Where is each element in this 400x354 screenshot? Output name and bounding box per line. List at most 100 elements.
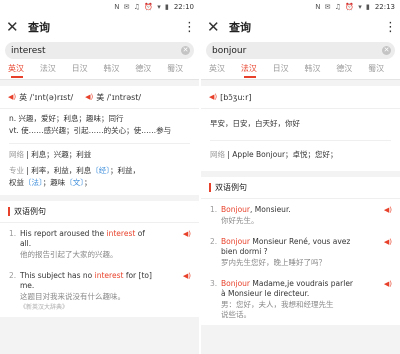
speaker-icon[interactable]: ◀) [183,231,191,238]
tab-more[interactable]: 蜀汉 [368,63,400,79]
tab-more[interactable]: 蜀汉 [167,63,199,79]
clear-icon[interactable]: ✕ [181,46,190,55]
tab-ko-zh[interactable]: 韩汉 [103,63,135,79]
example-english: This subject has no interest for [to] me. [20,271,179,291]
example-text: His report aroused the [20,229,107,238]
phonetic-uk: 英 /ˈɪnt(ə)rɪst/ [19,92,74,102]
example-french: Bonjour Monsieur René, vous avez bien dor… [221,237,380,257]
page-title: 查询 [229,21,251,34]
search-input[interactable]: bonjour ✕ [206,42,395,59]
highlight-word: Bonjour [221,237,250,246]
examples-card: 双语例句 1. Bonjour, Monsieur. 你好先生。 ◀) 2. B… [201,177,400,325]
status-bar: N ✉ ♫ ⏰ ▾ ▮ 22:13 [201,0,400,14]
speaker-icon[interactable]: ◀) [85,93,93,101]
professional-definition-2: 权益〔法〕；趣味〔文〕； [9,177,190,189]
phonetic-us: 美 /ˈɪntrəst/ [96,92,142,102]
tab-fr-zh[interactable]: 法汉 [40,63,72,79]
tab-ja-zh[interactable]: 日汉 [273,63,305,79]
example-chinese: 这题目对我来说没有什么趣味。 [20,292,125,301]
tab-en-zh[interactable]: 英汉 [209,63,241,79]
status-bar: N ✉ ♫ ⏰ ▾ ▮ 22:10 [0,0,199,14]
example-french: Bonjour Madame,je voudrais parler à Monsi… [221,279,380,299]
speaker-icon[interactable]: ◀) [183,273,191,280]
search-input[interactable]: interest ✕ [5,42,194,59]
example-chinese: 你好先生。 [221,216,259,225]
search-bar: interest ✕ [0,40,199,63]
web-label: 网络 [210,150,225,159]
example-text: 男：您好，夫人，我想和经理先生 [221,300,334,309]
status-icons: N ✉ ♫ ⏰ ▾ ▮ [114,3,170,11]
examples-card: 双语例句 1. His report aroused the interest … [0,201,199,317]
example-text: me. [20,281,35,290]
field-tag-economics[interactable]: 〔经〕 [91,166,110,175]
more-menu-icon[interactable]: ⋮ [384,21,397,34]
status-time: 22:13 [374,3,395,11]
example-text: à Monsieur le directeur. [221,289,310,298]
example-text: Madame,je voudrais parler [250,279,354,288]
speaker-icon[interactable]: ◀) [209,93,217,101]
search-query[interactable]: bonjour [212,46,382,56]
definition-line: n. 兴趣，爱好；利息；趣味；同行 [9,114,124,123]
tab-de-zh[interactable]: 德汉 [336,63,368,79]
web-value: Apple Bonjour；卓悦；您好； [232,150,338,159]
definition-line: vt. 使……感兴趣；引起……的关心；使……参与 [9,126,172,135]
language-tabs: 英汉 法汉 日汉 韩汉 德汉 蜀汉 [0,63,199,80]
tab-de-zh[interactable]: 德汉 [135,63,167,79]
highlight-word: Bonjour [221,205,250,214]
accent-bar [209,183,211,192]
speaker-icon[interactable]: ◀) [384,281,392,288]
example-french: Bonjour, Monsieur. [221,205,380,215]
close-icon[interactable]: ✕ [6,19,22,35]
highlight-word: interest [106,229,136,238]
web-definitions: 网络 | Apple Bonjour；卓悦；您好； [201,141,400,171]
speaker-icon[interactable]: ◀) [384,239,392,246]
example-text: Monsieur René, vous avez [250,237,351,246]
definitions: n. 兴趣，爱好；利息；趣味；同行 vt. 使……感兴趣；引起……的关心；使……… [0,108,199,143]
language-tabs: 英汉 法汉 日汉 韩汉 德汉 蜀汉 [201,63,400,80]
speaker-icon[interactable]: ◀) [8,93,16,101]
speaker-icon[interactable]: ◀) [384,207,392,214]
professional-text: ；趣味 [42,178,66,187]
highlight-word: interest [94,271,124,280]
tab-en-zh[interactable]: 英汉 [8,63,40,79]
example-item: 3. Bonjour Madame,je voudrais parler à Mo… [201,273,400,325]
examples-header: 双语例句 [201,177,400,199]
example-number: 2. [210,237,218,246]
pronunciation-uk[interactable]: ◀) 英 /ˈɪnt(ə)rɪst/ [8,92,73,103]
accent-bar [8,207,10,216]
pronunciation[interactable]: ◀) [bɔ̃ʒuːr] [209,93,252,102]
tab-fr-zh[interactable]: 法汉 [241,63,273,79]
status-icons: N ✉ ♫ ⏰ ▾ ▮ [315,3,371,11]
examples-header: 双语例句 [0,201,199,223]
example-chinese: 他的报告引起了大家的兴趣。 [20,250,118,259]
example-text: for [to] [123,271,152,280]
highlight-word: Bonjour [221,279,250,288]
professional-definition-1: 专业 | 利率，利益，利息〔经〕；利益， [9,166,141,175]
web-definition: 网络 | Apple Bonjour；卓悦；您好； [210,150,338,159]
phone-screen-left: N ✉ ♫ ⏰ ▾ ▮ 22:10 ✕ 查询 ⋮ interest ✕ 英汉 法… [0,0,199,354]
tab-ko-zh[interactable]: 韩汉 [304,63,336,79]
web-value: 利息；兴趣；利益 [31,150,92,159]
close-icon[interactable]: ✕ [207,19,223,35]
example-text: of [135,229,145,238]
example-item: 2. Bonjour Monsieur René, vous avez bien … [201,231,400,273]
field-tag-law[interactable]: 〔法〕 [24,178,43,187]
web-label: 网络 [9,150,24,159]
definition-card: ◀) [bɔ̃ʒuːr] 早安，日安，白天好，你好 网络 | Apple Bon… [201,86,400,171]
clear-icon[interactable]: ✕ [382,46,391,55]
search-bar: bonjour ✕ [201,40,400,63]
page-title: 查询 [28,21,50,34]
more-menu-icon[interactable]: ⋮ [183,21,196,34]
example-source: 《新英汉大辞典》 [20,304,69,311]
status-time: 22:10 [173,3,194,11]
search-query[interactable]: interest [11,46,181,56]
field-tag-literature[interactable]: 〔文〕 [65,178,84,187]
tab-ja-zh[interactable]: 日汉 [72,63,104,79]
example-item: 1. His report aroused the interest of all… [0,223,199,265]
example-text: all. [20,239,32,248]
phonetic: [bɔ̃ʒuːr] [220,92,252,102]
professional-label: 专业 [9,166,24,175]
pronunciation-us[interactable]: ◀) 美 /ˈɪntrəst/ [85,92,141,103]
definition-line: 早安，日安，白天好，你好 [210,119,300,128]
example-item: 1. Bonjour, Monsieur. 你好先生。 ◀) [201,199,400,231]
